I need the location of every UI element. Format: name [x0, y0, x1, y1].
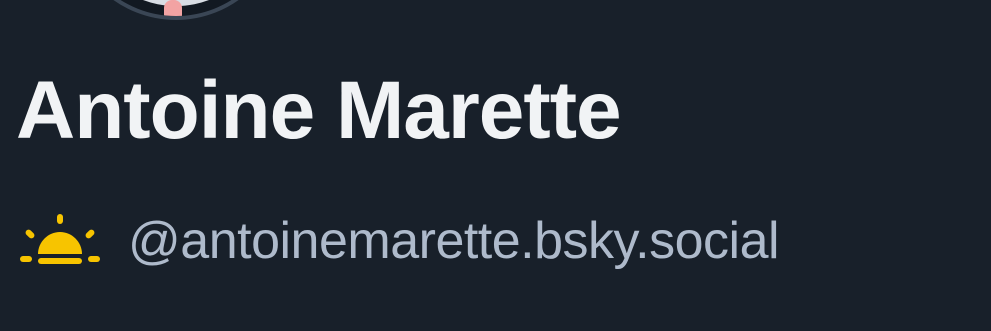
- profile-header: Antoine Marette @antoinemarette.bsky.soc…: [0, 0, 991, 331]
- avatar[interactable]: [68, 0, 284, 20]
- sunrise-icon: [20, 214, 100, 264]
- handle-row: @antoinemarette.bsky.social: [20, 206, 780, 276]
- display-name: Antoine Marette: [16, 65, 622, 156]
- profile-handle[interactable]: @antoinemarette.bsky.social: [128, 215, 780, 267]
- avatar-highlight: [164, 0, 182, 16]
